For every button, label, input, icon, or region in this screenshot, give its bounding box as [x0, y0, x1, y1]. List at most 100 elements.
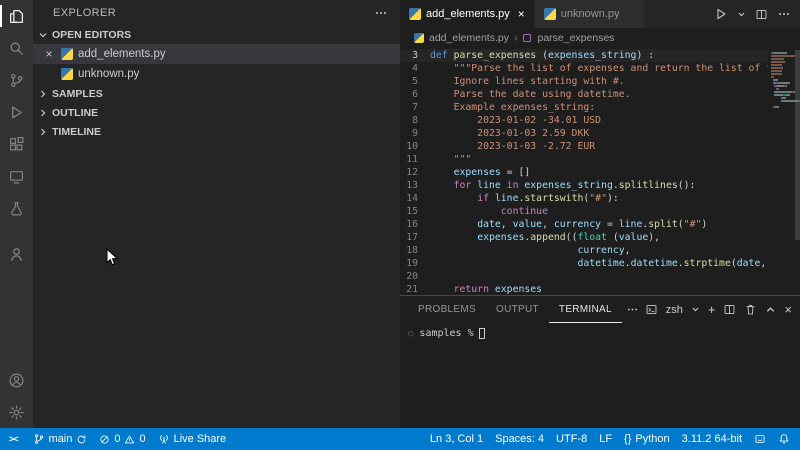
code-line[interactable]: 16 date, value, currency = line.split("#… — [400, 218, 800, 231]
panel-more-tabs-icon[interactable] — [626, 303, 639, 316]
editor-tab[interactable]: unknown.py × — [535, 0, 645, 28]
code-line[interactable]: 3 def parse_expenses (expenses_string) : — [400, 49, 800, 62]
chevron-right-icon — [37, 88, 49, 100]
language-mode[interactable]: {} Python — [618, 428, 676, 450]
chevron-right-icon — [37, 107, 49, 119]
editor-area: add_elements.py × unknown.py × — [400, 0, 800, 428]
gear-icon — [8, 404, 25, 421]
panel-header: PROBLEMS OUTPUT TERMINAL zsh + — [400, 296, 800, 323]
live-share-label: Live Share — [174, 433, 227, 445]
encoding-setting[interactable]: UTF-8 — [550, 428, 593, 450]
line-col-label: Ln 3, Col 1 — [430, 433, 483, 445]
open-editors-label: OPEN EDITORS — [52, 29, 131, 41]
indentation-setting[interactable]: Spaces: 4 — [489, 428, 550, 450]
command-decoration-icon: ○ — [408, 329, 413, 339]
notifications-button[interactable] — [772, 428, 796, 450]
settings-button[interactable] — [0, 396, 33, 428]
explorer-view-button[interactable] — [0, 0, 33, 32]
branch-indicator[interactable]: main — [27, 428, 94, 450]
testing-view-button[interactable] — [0, 192, 33, 224]
sidebar-more-actions-icon[interactable] — [374, 6, 388, 20]
code-line[interactable]: 8 2023-01-02 -34.01 USD — [400, 114, 800, 127]
sidebar-section-header[interactable]: TIMELINE — [33, 122, 400, 141]
sidebar-title-row: EXPLORER — [33, 0, 400, 25]
sidebar-title: EXPLORER — [53, 7, 116, 19]
open-editor-item[interactable]: × add_elements.py — [33, 44, 400, 64]
code-editor[interactable]: 3 def parse_expenses (expenses_string) :… — [400, 48, 800, 295]
python-icon — [414, 33, 424, 43]
tab-close-icon[interactable]: × — [518, 7, 525, 21]
editor-scrollbar[interactable] — [795, 50, 800, 240]
status-bar: >< main 0 0 Live Share — [0, 428, 800, 450]
remote-indicator[interactable]: >< — [0, 428, 27, 450]
cursor-position[interactable]: Ln 3, Col 1 — [424, 428, 489, 450]
line-number: 13 — [400, 179, 430, 192]
code-line[interactable]: 10 2023-01-03 -2.72 EUR — [400, 140, 800, 153]
code-line[interactable]: 21 return expenses — [400, 283, 800, 295]
code-line[interactable]: 5 Ignore lines starting with #. — [400, 75, 800, 88]
shell-dropdown-chevron-icon[interactable] — [691, 305, 700, 314]
code-line[interactable]: 6 Parse the date using datetime. — [400, 88, 800, 101]
close-panel-icon[interactable]: × — [784, 302, 792, 317]
code-line[interactable]: 14 if line.startswith("#"): — [400, 192, 800, 205]
sidebar-section-header[interactable]: OUTLINE — [33, 103, 400, 122]
live-share-status[interactable]: Live Share — [152, 428, 233, 450]
open-editors-header[interactable]: OPEN EDITORS — [33, 25, 400, 44]
branch-name: main — [49, 433, 73, 445]
source-control-view-button[interactable] — [0, 64, 33, 96]
run-debug-icon — [8, 104, 25, 121]
breadcrumb-file[interactable]: add_elements.py — [429, 32, 509, 44]
sidebar-section-header[interactable]: SAMPLES — [33, 84, 400, 103]
editor-tab[interactable]: add_elements.py × — [400, 0, 535, 28]
code-line[interactable]: 15 continue — [400, 205, 800, 218]
run-and-debug-view-button[interactable] — [0, 96, 33, 128]
code-line[interactable]: 4 """Parse the list of expenses and retu… — [400, 62, 800, 75]
panel-tab[interactable]: OUTPUT — [486, 296, 549, 323]
line-content: def parse_expenses (expenses_string) : — [430, 49, 654, 62]
terminal-actions: zsh + × — [645, 302, 792, 317]
code-line[interactable]: 7 Example expenses_string: — [400, 101, 800, 114]
panel-tab[interactable]: PROBLEMS — [408, 296, 486, 323]
problems-indicator[interactable]: 0 0 — [93, 428, 151, 450]
code-line[interactable]: 11 """ — [400, 153, 800, 166]
activity-bar — [0, 0, 33, 428]
sidebar-sections: SAMPLES OUTLINE TIMELINE — [33, 84, 400, 141]
git-branch-icon — [33, 433, 45, 445]
code-line[interactable]: 17 expenses.append((float (value), — [400, 231, 800, 244]
run-dropdown-chevron-icon[interactable] — [737, 10, 746, 19]
code-line[interactable]: 20 — [400, 270, 800, 283]
new-terminal-icon[interactable]: + — [708, 302, 716, 317]
kill-terminal-icon[interactable] — [744, 303, 757, 316]
code-line[interactable]: 9 2023-01-03 2.59 DKK — [400, 127, 800, 140]
more-actions-icon[interactable] — [777, 7, 791, 21]
split-terminal-icon[interactable] — [723, 303, 736, 316]
code-line[interactable]: 18 currency, — [400, 244, 800, 257]
live-share-view-button[interactable] — [0, 238, 33, 270]
line-number: 15 — [400, 205, 430, 218]
shell-label[interactable]: zsh — [666, 304, 683, 316]
code-line[interactable]: 19 datetime.datetime.strptime(date, "%Y — [400, 257, 800, 270]
accounts-button[interactable] — [0, 364, 33, 396]
code-line[interactable]: 13 for line in expenses_string.splitline… — [400, 179, 800, 192]
breadcrumb-symbol[interactable]: parse_expenses — [537, 32, 614, 44]
line-content: expenses.append((float (value), — [430, 231, 660, 244]
eol-setting[interactable]: LF — [593, 428, 618, 450]
feedback-button[interactable] — [748, 428, 772, 450]
python-icon — [544, 8, 556, 20]
python-interpreter[interactable]: 3.11.2 64-bit — [676, 428, 748, 450]
run-file-icon[interactable] — [714, 7, 728, 21]
close-editor-icon[interactable]: × — [42, 47, 56, 61]
extensions-view-button[interactable] — [0, 128, 33, 160]
line-content: continue — [430, 205, 548, 218]
panel-tab[interactable]: TERMINAL — [549, 296, 622, 323]
remote-explorer-view-button[interactable] — [0, 160, 33, 192]
code-line[interactable]: 12 expenses = [] — [400, 166, 800, 179]
search-view-button[interactable] — [0, 32, 33, 64]
tab-label: add_elements.py — [426, 8, 510, 20]
terminal-content[interactable]: ○ samples % — [400, 323, 800, 339]
braces-icon: {} — [624, 433, 631, 445]
line-content: Example expenses_string: — [430, 101, 595, 114]
maximize-panel-icon[interactable] — [765, 304, 776, 315]
split-editor-icon[interactable] — [755, 8, 768, 21]
open-editor-item[interactable]: × unknown.py — [33, 64, 400, 84]
